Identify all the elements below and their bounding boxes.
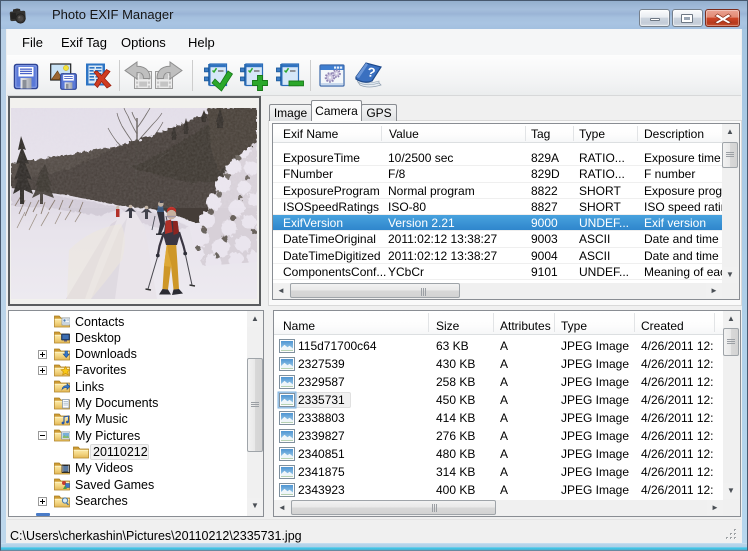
svg-text:?: ? [366, 64, 376, 80]
